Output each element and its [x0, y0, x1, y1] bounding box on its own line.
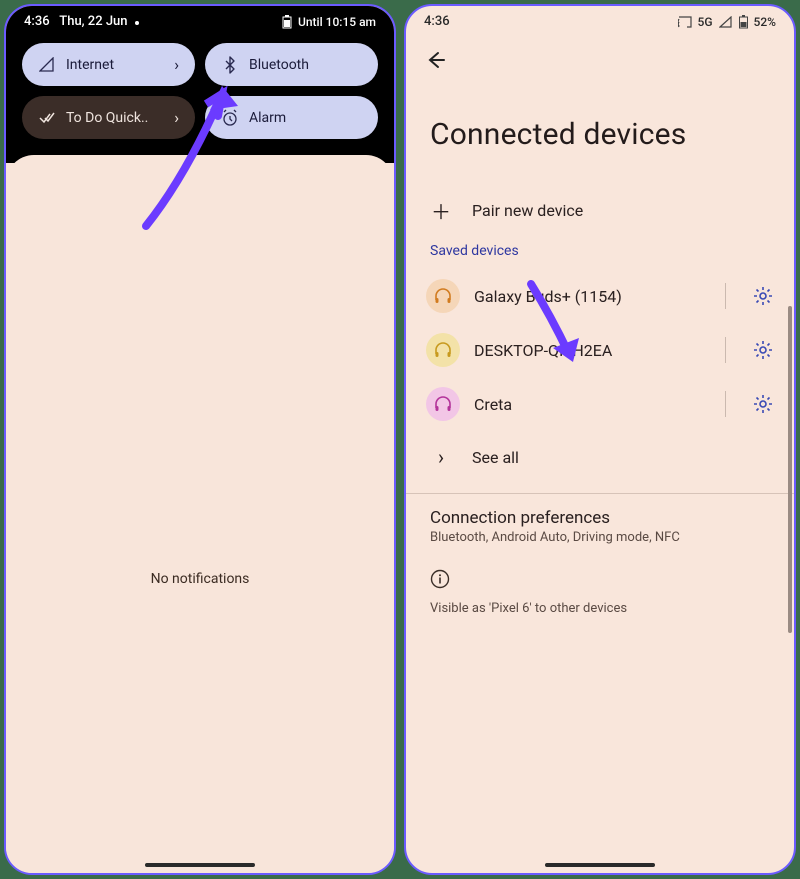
status-bar: 4:36 Thu, 22 Jun Until 10:15 am: [6, 6, 394, 35]
signal-icon: [38, 57, 56, 73]
battery-icon: [282, 15, 292, 29]
gear-icon: [752, 285, 774, 307]
chevron-right-icon: ›: [430, 445, 452, 469]
status-right: 5G 52%: [678, 15, 776, 29]
pref-subtitle: Bluetooth, Android Auto, Driving mode, N…: [406, 530, 794, 561]
bluetooth-icon: [221, 56, 239, 74]
saved-devices-label: Saved devices: [406, 239, 794, 269]
device-row[interactable]: DESKTOP-QI6H2EA: [406, 323, 794, 377]
notification-shade-body: No notifications: [6, 155, 394, 873]
status-left: 4:36 Thu, 22 Jun: [24, 14, 143, 29]
nav-pill[interactable]: [145, 863, 255, 867]
quick-settings-panel: 4:36 Thu, 22 Jun Until 10:15 am Internet…: [6, 6, 394, 163]
tile-label: To Do Quick..: [66, 110, 148, 126]
device-name: DESKTOP-QI6H2EA: [474, 341, 699, 360]
info-icon: [430, 569, 450, 589]
quick-settings-screen: 4:36 Thu, 22 Jun Until 10:15 am Internet…: [4, 4, 396, 875]
headphones-icon: [426, 387, 460, 421]
status-time: 4:36: [424, 14, 450, 29]
pair-new-device-row[interactable]: ＋ Pair new device: [406, 182, 794, 239]
check-icon: [38, 112, 56, 124]
divider: [725, 391, 726, 417]
device-settings-button[interactable]: [752, 285, 774, 307]
back-button[interactable]: [424, 49, 446, 71]
network-type: 5G: [698, 15, 713, 29]
status-dot: [135, 21, 139, 25]
qs-tile-internet[interactable]: Internet ›: [22, 43, 195, 86]
status-time: 4:36: [24, 14, 50, 29]
chevron-right-icon: ›: [174, 108, 179, 127]
chevron-right-icon: ›: [174, 55, 179, 74]
cast-icon: [678, 16, 692, 28]
qs-tile-todo[interactable]: To Do Quick.. ›: [22, 96, 195, 139]
alarm-until-text: Until 10:15 am: [298, 15, 376, 29]
device-row[interactable]: Galaxy Buds+ (1154): [406, 269, 794, 323]
plus-icon: ＋: [430, 196, 452, 225]
battery-percent: 52%: [754, 15, 776, 29]
device-settings-button[interactable]: [752, 339, 774, 361]
qs-tile-grid: Internet › Bluetooth To Do Quick.. ›: [6, 35, 394, 151]
connection-preferences-row[interactable]: Connection preferences Bluetooth, Androi…: [406, 494, 794, 561]
scrollbar[interactable]: [788, 306, 792, 633]
qs-tile-bluetooth[interactable]: Bluetooth: [205, 43, 378, 86]
pair-new-label: Pair new device: [472, 201, 583, 220]
divider: [725, 283, 726, 309]
device-settings-button[interactable]: [752, 393, 774, 415]
page-title: Connected devices: [406, 81, 794, 182]
headphones-icon: [426, 333, 460, 367]
status-right: Until 10:15 am: [282, 15, 376, 29]
device-row[interactable]: Creta: [406, 377, 794, 431]
arrow-left-icon: [424, 49, 446, 71]
battery-icon: [739, 15, 748, 29]
no-notifications-text: No notifications: [151, 571, 250, 587]
see-all-row[interactable]: › See all: [406, 431, 794, 483]
qs-tile-alarm[interactable]: Alarm: [205, 96, 378, 139]
status-date: Thu, 22 Jun: [59, 14, 127, 29]
divider: [725, 337, 726, 363]
info-row: [406, 561, 794, 597]
gear-icon: [752, 339, 774, 361]
visible-as-text: Visible as 'Pixel 6' to other devices: [406, 597, 794, 636]
tile-label: Internet: [66, 57, 114, 73]
nav-pill[interactable]: [545, 863, 655, 867]
device-name: Galaxy Buds+ (1154): [474, 287, 699, 306]
headphones-icon: [426, 279, 460, 313]
toolbar: [406, 35, 794, 81]
alarm-icon: [221, 109, 239, 127]
status-bar: 4:36 5G 52%: [406, 6, 794, 35]
pref-title: Connection preferences: [406, 494, 794, 530]
gear-icon: [752, 393, 774, 415]
signal-icon: [719, 16, 733, 28]
tile-label: Bluetooth: [249, 57, 309, 73]
tile-label: Alarm: [249, 110, 286, 126]
see-all-label: See all: [472, 448, 519, 467]
device-name: Creta: [474, 395, 699, 414]
connected-devices-screen: 4:36 5G 52% Connected devices ＋ Pair new…: [404, 4, 796, 875]
